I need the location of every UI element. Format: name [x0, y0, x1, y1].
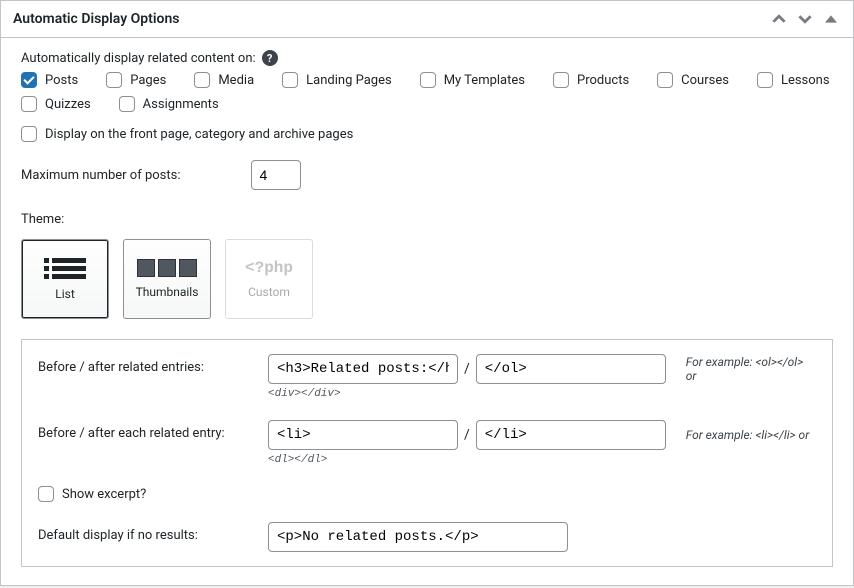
cb-products-label: Products — [577, 73, 629, 88]
cb-posts-label: Posts — [45, 73, 78, 88]
separator: / — [464, 361, 470, 377]
max-posts-row: Maximum number of posts: — [21, 160, 833, 190]
before-after-entries-label: Before / after related entries: — [38, 354, 268, 375]
theme-label: Theme: — [21, 212, 833, 227]
cb-landing-pages-input[interactable] — [282, 72, 298, 88]
move-down-icon[interactable] — [795, 9, 815, 29]
cb-show-excerpt-input[interactable] — [38, 486, 54, 502]
post-types-row: Posts Pages Media Landing Pages My Templ… — [21, 72, 833, 112]
cb-lessons-input[interactable] — [757, 72, 773, 88]
help-icon[interactable]: ? — [262, 50, 278, 66]
cb-assignments[interactable]: Assignments — [119, 96, 219, 112]
theme-custom-label: Custom — [248, 285, 290, 299]
cb-show-excerpt[interactable]: Show excerpt? — [38, 486, 146, 502]
max-posts-label: Maximum number of posts: — [21, 168, 181, 183]
before-entries-input[interactable] — [268, 354, 458, 384]
cb-posts[interactable]: Posts — [21, 72, 78, 88]
max-posts-input[interactable] — [251, 160, 301, 190]
cb-front-page-input[interactable] — [21, 126, 37, 142]
separator: / — [464, 427, 470, 443]
cb-quizzes-input[interactable] — [21, 96, 37, 112]
cb-courses[interactable]: Courses — [657, 72, 729, 88]
cb-front-page[interactable]: Display on the front page, category and … — [21, 126, 833, 142]
cb-lessons-label: Lessons — [781, 73, 830, 88]
theme-custom: <?php Custom — [225, 239, 313, 319]
auto-display-label-row: Automatically display related content on… — [21, 50, 833, 66]
default-display-label: Default display if no results: — [38, 522, 268, 543]
cb-quizzes-label: Quizzes — [45, 97, 91, 112]
entry-example: For example: <li></li> or — [686, 428, 809, 442]
cb-pages-input[interactable] — [106, 72, 122, 88]
entries-example: For example: <ol></ol> or — [686, 355, 816, 383]
before-after-entry-row: Before / after each related entry: / For… — [38, 420, 816, 466]
cb-media-label: Media — [218, 73, 254, 88]
panel-controls — [769, 9, 841, 29]
auto-display-label: Automatically display related content on… — [21, 51, 256, 66]
before-entry-input[interactable] — [268, 420, 458, 450]
default-display-row: Default display if no results: — [38, 522, 816, 552]
automatic-display-options-panel: Automatic Display Options Automatically … — [0, 0, 854, 586]
php-icon: <?php — [245, 259, 293, 277]
cb-posts-input[interactable] — [21, 72, 37, 88]
theme-thumbnails-label: Thumbnails — [136, 285, 199, 299]
cb-assignments-label: Assignments — [143, 97, 219, 112]
entry-hint: <dl></dl> — [268, 454, 816, 466]
after-entry-input[interactable] — [476, 420, 666, 450]
move-up-icon[interactable] — [769, 9, 789, 29]
cb-media-input[interactable] — [194, 72, 210, 88]
panel-header: Automatic Display Options — [1, 1, 853, 38]
cb-my-templates-label: My Templates — [444, 73, 525, 88]
cb-front-page-label: Display on the front page, category and … — [45, 127, 353, 142]
entries-hint: <div></div> — [268, 388, 816, 400]
after-entries-input[interactable] — [476, 354, 666, 384]
cb-lessons[interactable]: Lessons — [757, 72, 830, 88]
before-after-entries-row: Before / after related entries: / For ex… — [38, 354, 816, 400]
cb-my-templates[interactable]: My Templates — [420, 72, 525, 88]
cb-courses-label: Courses — [681, 73, 729, 88]
cb-landing-pages-label: Landing Pages — [306, 73, 392, 88]
cb-landing-pages[interactable]: Landing Pages — [282, 72, 392, 88]
show-excerpt-row: Show excerpt? — [38, 486, 816, 502]
panel-body: Automatically display related content on… — [1, 38, 853, 585]
cb-assignments-input[interactable] — [119, 96, 135, 112]
theme-list[interactable]: List — [21, 239, 109, 319]
before-after-entry-label: Before / after each related entry: — [38, 420, 268, 441]
theme-options: List Thumbnails <?php Custom — [21, 239, 833, 319]
list-icon — [44, 258, 86, 279]
cb-products[interactable]: Products — [553, 72, 629, 88]
cb-pages-label: Pages — [130, 73, 166, 88]
theme-thumbnails[interactable]: Thumbnails — [123, 239, 211, 319]
default-display-input[interactable] — [268, 522, 568, 552]
cb-courses-input[interactable] — [657, 72, 673, 88]
template-subpanel: Before / after related entries: / For ex… — [21, 339, 833, 567]
cb-my-templates-input[interactable] — [420, 72, 436, 88]
cb-show-excerpt-label: Show excerpt? — [62, 487, 146, 502]
cb-pages[interactable]: Pages — [106, 72, 166, 88]
cb-products-input[interactable] — [553, 72, 569, 88]
panel-title: Automatic Display Options — [13, 11, 769, 27]
collapse-icon[interactable] — [821, 9, 841, 29]
theme-list-label: List — [55, 287, 75, 301]
cb-media[interactable]: Media — [194, 72, 254, 88]
cb-quizzes[interactable]: Quizzes — [21, 96, 91, 112]
thumbnails-icon — [137, 259, 197, 277]
